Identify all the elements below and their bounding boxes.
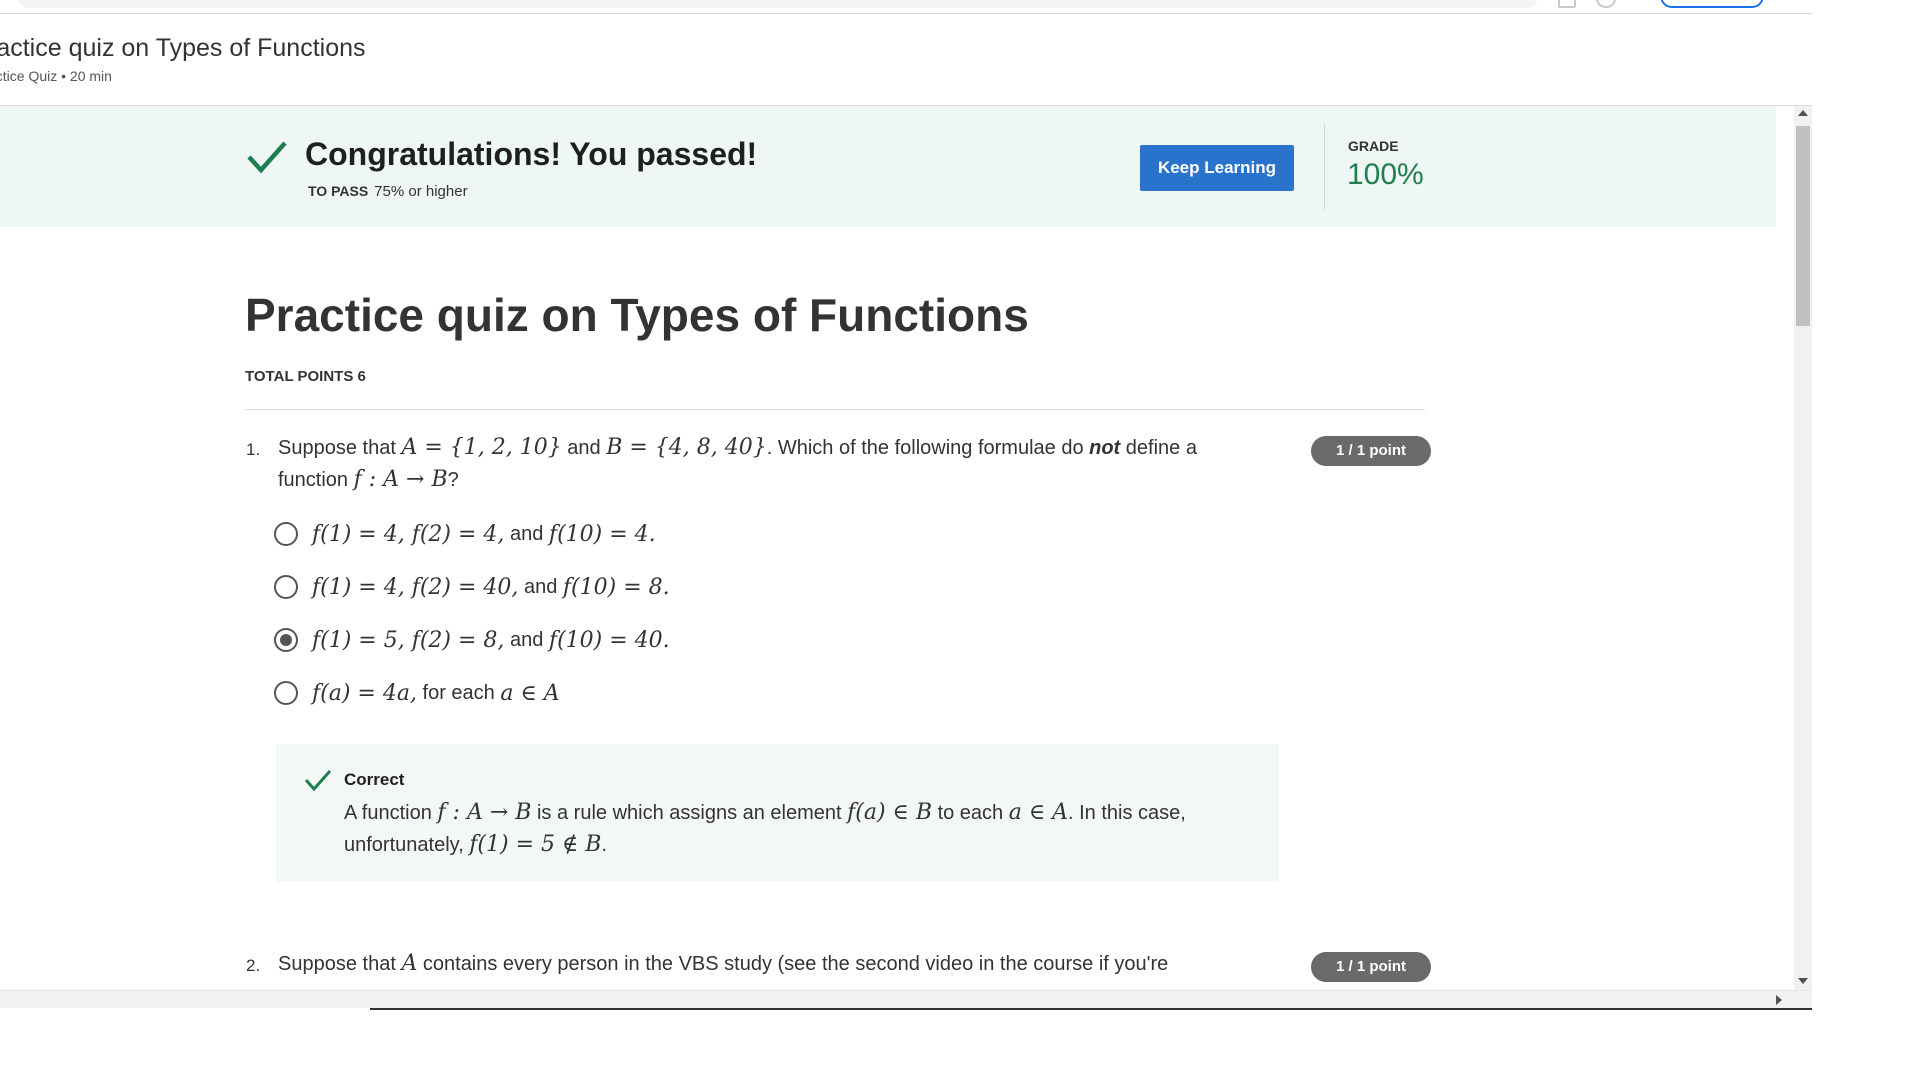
math-expression: A = {1, 2, 10} (401, 435, 562, 460)
banner-title: Congratulations! You passed! (305, 136, 758, 172)
option-text: and (504, 522, 549, 545)
feedback-box: Correct A function f : A → B is a rule w… (276, 744, 1279, 882)
grade-label: GRADE (1348, 138, 1399, 154)
points-badge: 1 / 1 point (1311, 436, 1431, 466)
math-expression: a ∈ A (1008, 800, 1069, 825)
option-math: f(10) = 40. (548, 627, 670, 653)
horizontal-scrollbar[interactable] (0, 990, 1812, 1008)
profile-icon[interactable] (1596, 0, 1616, 8)
option-text: for each (416, 681, 501, 704)
grade-divider (1324, 124, 1325, 210)
radio-button-selected[interactable] (274, 628, 298, 652)
address-bar[interactable] (18, 0, 1538, 8)
header-subtitle: actice Quiz • 20 min (0, 68, 112, 84)
keep-learning-button[interactable]: Keep Learning (1140, 145, 1294, 191)
answer-option-selected[interactable]: f(1) = 5, f(2) = 8, and f(10) = 40. (274, 623, 670, 657)
vertical-scrollbar[interactable] (1794, 106, 1812, 990)
to-pass-info: TO PASS 75% or higher (308, 183, 468, 200)
scrollbar-thumb[interactable] (1796, 126, 1810, 326)
option-math: a ∈ A (500, 680, 560, 706)
page-header: ractice quiz on Types of Functions actic… (0, 14, 1812, 106)
option-text: and (518, 575, 563, 598)
pass-banner: Congratulations! You passed! TO PASS 75% … (0, 106, 1776, 227)
math-expression: f(a) ∈ B (847, 800, 933, 825)
browser-top-bar (0, 0, 1812, 14)
points-badge: 1 / 1 point (1311, 952, 1431, 982)
to-pass-label: TO PASS (308, 183, 369, 199)
math-expression: B = {4, 8, 40} (606, 435, 767, 460)
quiz-title: Practice quiz on Types of Functions (245, 289, 1029, 341)
option-math: f(1) = 4, f(2) = 40, (312, 574, 519, 600)
scroll-up-arrow-icon[interactable] (1798, 110, 1808, 116)
total-points: TOTAL POINTS 6 (245, 368, 366, 385)
emphasis-text: not (1089, 437, 1121, 459)
divider (245, 409, 1425, 410)
option-math: f(10) = 8. (562, 574, 670, 600)
option-text: and (504, 628, 549, 651)
answer-option[interactable]: f(1) = 4, f(2) = 4, and f(10) = 4. (274, 517, 656, 551)
quiz-content[interactable]: Congratulations! You passed! TO PASS 75% … (0, 106, 1794, 990)
to-pass-value: 75% or higher (374, 183, 468, 200)
math-expression: f(1) = 5 ∉ B (469, 832, 602, 857)
option-math: f(1) = 5, f(2) = 8, (312, 627, 505, 653)
question-number: 1. (246, 440, 261, 459)
radio-button[interactable] (274, 522, 298, 546)
grade-value: 100% (1347, 158, 1424, 191)
answer-option[interactable]: f(1) = 4, f(2) = 40, and f(10) = 8. (274, 570, 670, 604)
radio-button[interactable] (274, 575, 298, 599)
check-icon (247, 141, 287, 174)
toolbar-button[interactable] (1660, 0, 1764, 8)
answer-option[interactable]: f(a) = 4a, for each a ∈ A (274, 676, 560, 710)
option-math: f(1) = 4, f(2) = 4, (312, 521, 505, 547)
extension-icon[interactable] (1558, 0, 1576, 8)
feedback-text: A function f : A → B is a rule which ass… (344, 800, 1186, 857)
math-expression: f : A → B (437, 800, 532, 825)
question-text: Suppose that A = {1, 2, 10} and B = {4, … (278, 435, 1197, 492)
question-text: Suppose that A contains every person in … (278, 951, 1169, 976)
scroll-right-arrow-icon[interactable] (1776, 995, 1782, 1005)
option-math: f(10) = 4. (548, 521, 656, 547)
check-icon (304, 770, 332, 792)
header-title: ractice quiz on Types of Functions (0, 34, 366, 62)
feedback-title: Correct (344, 770, 405, 789)
math-expression: A (401, 951, 418, 976)
radio-button[interactable] (274, 681, 298, 705)
question-number: 2. (246, 956, 261, 975)
option-math: f(a) = 4a, (312, 680, 417, 706)
bottom-divider (370, 1008, 1812, 1010)
scroll-down-arrow-icon[interactable] (1798, 978, 1808, 984)
math-expression: f : A → B (353, 467, 448, 492)
